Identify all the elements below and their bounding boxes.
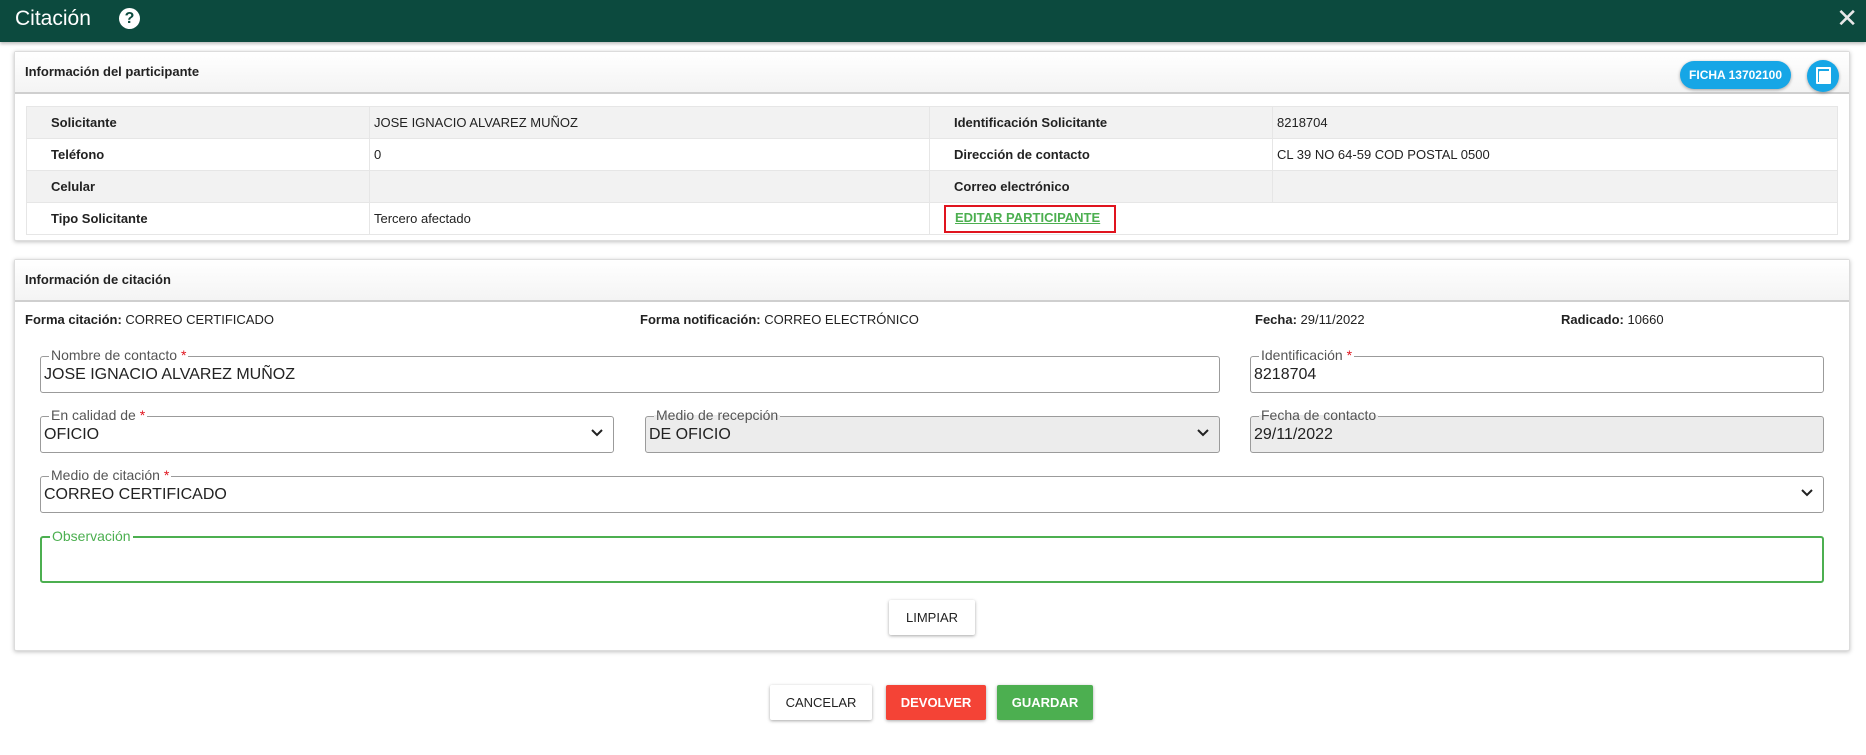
medio-recepcion-label: Medio de recepción [654,407,781,423]
chevron-down-icon [1801,489,1813,497]
calidad-label: En calidad de [51,407,136,423]
dialog-titlebar: Citación ? ✕ [0,0,1866,42]
limpiar-button[interactable]: LIMPIAR [889,600,975,635]
table-row: Solicitante JOSE IGNACIO ALVAREZ MUÑOZ I… [26,106,1838,139]
medio-citacion-label: Medio de citación [51,467,160,483]
ficha-button[interactable]: FICHA 13702100 [1680,61,1791,89]
citation-card-title: Información de citación [25,272,171,287]
participant-card-title: Información del participante [25,64,200,79]
table-row: Teléfono 0 Dirección de contacto CL 39 N… [26,138,1838,171]
table-row: Tipo Solicitante Tercero afectado EDITAR… [26,202,1838,235]
table-row: Celular Correo electrónico [26,170,1838,203]
calidad-value: OFICIO [44,426,100,443]
citation-card: Información de citación Forma citación: … [14,259,1850,651]
forma-notificacion: Forma notificación: CORREO ELECTRÓNICO [640,312,919,327]
help-icon[interactable]: ? [119,8,140,29]
cancel-button[interactable]: CANCELAR [770,685,872,720]
radicado: Radicado: 10660 [1561,312,1664,327]
participant-card-header: Información del participante FICHA 13702… [15,52,1849,94]
cell-label: Tipo Solicitante [26,202,370,235]
return-button[interactable]: DEVOLVER [886,685,986,720]
identification-input[interactable]: Identificación * 8218704 [1250,347,1824,393]
medio-recepcion-select[interactable]: Medio de recepción DE OFICIO [645,407,1220,453]
copy-button[interactable] [1807,60,1839,92]
chevron-down-icon [591,429,603,437]
cell-label: Celular [26,170,370,203]
close-icon[interactable]: ✕ [1836,3,1858,34]
fecha: Fecha: 29/11/2022 [1255,312,1365,327]
fecha-label: Fecha: [1255,312,1297,327]
observation-label: Observación [50,528,133,544]
forma-notificacion-value: CORREO ELECTRÓNICO [764,312,919,327]
identification-value: 8218704 [1254,366,1317,383]
cell-label: Teléfono [26,138,370,171]
cell-value: 8218704 [1272,106,1838,139]
cell-label: Dirección de contacto [929,138,1273,171]
calidad-select[interactable]: En calidad de * OFICIO [40,407,614,453]
forma-citacion-label: Forma citación: [25,312,122,327]
cell-link: EDITAR PARTICIPANTE [929,202,1838,235]
forma-notificacion-label: Forma notificación: [640,312,761,327]
medio-citacion-value: CORREO CERTIFICADO [44,486,227,503]
citation-card-header: Información de citación [15,260,1849,302]
cell-value: CL 39 NO 64-59 COD POSTAL 0500 [1272,138,1838,171]
fecha-contacto-label: Fecha de contacto [1259,407,1379,423]
identification-label: Identificación [1261,347,1343,363]
contact-name-label: Nombre de contacto [51,347,178,363]
participant-table: Solicitante JOSE IGNACIO ALVAREZ MUÑOZ I… [26,106,1838,235]
forma-citacion: Forma citación: CORREO CERTIFICADO [25,312,274,327]
cell-label: Identificación Solicitante [929,106,1273,139]
cell-value: Tercero afectado [369,202,930,235]
fecha-contacto-input[interactable]: Fecha de contacto 29/11/2022 [1250,407,1824,453]
edit-participant-link[interactable]: EDITAR PARTICIPANTE [944,204,1117,233]
cell-value: JOSE IGNACIO ALVAREZ MUÑOZ [369,106,930,139]
observation-textarea[interactable]: Observación [40,528,1824,583]
forma-citacion-value: CORREO CERTIFICADO [125,312,274,327]
cell-value: 0 [369,138,930,171]
fecha-contacto-value: 29/11/2022 [1254,426,1333,443]
save-button[interactable]: GUARDAR [997,685,1093,720]
radicado-label: Radicado: [1561,312,1624,327]
contact-name-value: JOSE IGNACIO ALVAREZ MUÑOZ [44,366,295,383]
cell-value [369,170,930,203]
contact-name-input[interactable]: Nombre de contacto * JOSE IGNACIO ALVARE… [40,347,1220,393]
cell-label: Correo electrónico [929,170,1273,203]
chevron-down-icon [1197,429,1209,437]
dialog-title: Citación [15,7,91,30]
cell-value [1272,170,1838,203]
medio-recepcion-value: DE OFICIO [649,426,731,443]
cell-label: Solicitante [26,106,370,139]
participant-card: Información del participante FICHA 13702… [14,51,1850,241]
fecha-value: 29/11/2022 [1300,312,1365,327]
medio-citacion-select[interactable]: Medio de citación * CORREO CERTIFICADO [40,467,1824,513]
radicado-value: 10660 [1627,312,1664,327]
